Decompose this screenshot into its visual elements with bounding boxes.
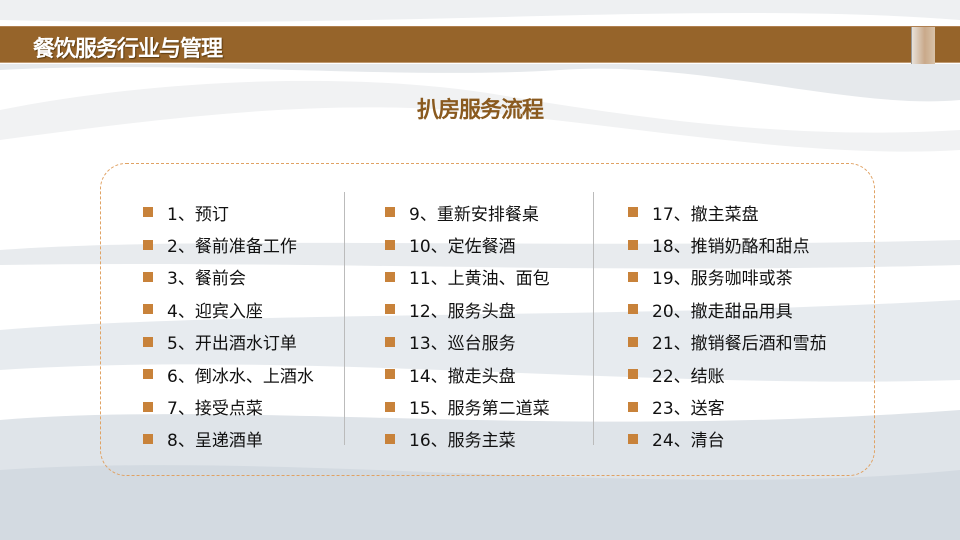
step-item: 24、清台 xyxy=(628,423,827,455)
step-label: 6、倒冰水、上酒水 xyxy=(167,366,314,387)
step-item: 3、餐前会 xyxy=(143,261,314,293)
step-label: 16、服务主菜 xyxy=(409,431,516,452)
step-label: 21、撤销餐后酒和雪茄 xyxy=(652,334,827,355)
square-bullet-icon xyxy=(385,304,395,315)
square-bullet-icon xyxy=(143,207,153,218)
header-title: 餐饮服务行业与管理 xyxy=(33,37,223,62)
step-item: 8、呈递酒单 xyxy=(143,423,314,455)
step-item: 1、预订 xyxy=(143,196,314,228)
step-label: 15、服务第二道菜 xyxy=(409,399,550,420)
step-item: 10、定佐餐酒 xyxy=(385,228,550,260)
steps-column-2: 9、重新安排餐桌 10、定佐餐酒 11、上黄油、面包 12、服务头盘 13、巡台服务 14… xyxy=(385,196,550,455)
square-bullet-icon xyxy=(385,207,395,218)
step-label: 10、定佐餐酒 xyxy=(409,237,516,258)
square-bullet-icon xyxy=(385,271,395,282)
step-label: 12、服务头盘 xyxy=(409,301,516,322)
steps-column-1: 1、预订 2、餐前准备工作 3、餐前会 4、迎宾入座 5、开出酒水订单 6、倒冰水、上酒水… xyxy=(143,196,314,455)
square-bullet-icon xyxy=(628,271,638,282)
step-label: 23、送客 xyxy=(652,399,725,420)
step-label: 5、开出酒水订单 xyxy=(167,334,297,355)
step-item: 21、撤销餐后酒和雪茄 xyxy=(628,326,827,358)
step-label: 14、撤走头盘 xyxy=(409,366,516,387)
step-item: 9、重新安排餐桌 xyxy=(385,196,550,228)
waiter-figure-image xyxy=(911,27,935,64)
step-item: 19、服务咖啡或茶 xyxy=(628,261,827,293)
square-bullet-icon xyxy=(385,239,395,250)
step-item: 2、餐前准备工作 xyxy=(143,228,314,260)
step-label: 24、清台 xyxy=(652,431,725,452)
square-bullet-icon xyxy=(143,304,153,315)
square-bullet-icon xyxy=(628,433,638,444)
column-divider xyxy=(593,192,594,445)
step-label: 22、结账 xyxy=(652,366,725,387)
square-bullet-icon xyxy=(628,207,638,218)
step-item: 18、推销奶酪和甜点 xyxy=(628,228,827,260)
step-item: 14、撤走头盘 xyxy=(385,358,550,390)
step-label: 17、撤主菜盘 xyxy=(652,204,759,225)
square-bullet-icon xyxy=(385,401,395,412)
square-bullet-icon xyxy=(143,336,153,347)
step-item: 16、服务主菜 xyxy=(385,423,550,455)
page-title: 扒房服务流程 xyxy=(416,98,544,123)
step-item: 11、上黄油、面包 xyxy=(385,261,550,293)
step-item: 6、倒冰水、上酒水 xyxy=(143,358,314,390)
step-label: 18、推销奶酪和甜点 xyxy=(652,237,810,258)
step-item: 17、撤主菜盘 xyxy=(628,196,827,228)
step-item: 15、服务第二道菜 xyxy=(385,390,550,422)
square-bullet-icon xyxy=(628,304,638,315)
step-item: 4、迎宾入座 xyxy=(143,293,314,325)
square-bullet-icon xyxy=(143,369,153,380)
square-bullet-icon xyxy=(385,369,395,380)
step-item: 20、撤走甜品用具 xyxy=(628,293,827,325)
step-label: 11、上黄油、面包 xyxy=(409,269,550,290)
square-bullet-icon xyxy=(385,336,395,347)
step-item: 13、巡台服务 xyxy=(385,326,550,358)
step-label: 8、呈递酒单 xyxy=(167,431,263,452)
square-bullet-icon xyxy=(628,369,638,380)
steps-column-3: 17、撤主菜盘 18、推销奶酪和甜点 19、服务咖啡或茶 20、撤走甜品用具 21、撤销… xyxy=(628,196,827,455)
step-label: 7、接受点菜 xyxy=(167,399,263,420)
step-label: 1、预订 xyxy=(167,204,229,225)
step-label: 3、餐前会 xyxy=(167,269,246,290)
column-divider xyxy=(344,192,345,445)
step-label: 2、餐前准备工作 xyxy=(167,237,297,258)
square-bullet-icon xyxy=(628,336,638,347)
step-label: 4、迎宾入座 xyxy=(167,301,263,322)
step-label: 13、巡台服务 xyxy=(409,334,516,355)
step-item: 5、开出酒水订单 xyxy=(143,326,314,358)
square-bullet-icon xyxy=(385,433,395,444)
step-item: 23、送客 xyxy=(628,390,827,422)
square-bullet-icon xyxy=(143,401,153,412)
square-bullet-icon xyxy=(143,239,153,250)
header-bar: 餐饮服务行业与管理 xyxy=(0,26,960,63)
step-label: 19、服务咖啡或茶 xyxy=(652,269,793,290)
square-bullet-icon xyxy=(143,271,153,282)
step-item: 12、服务头盘 xyxy=(385,293,550,325)
step-label: 9、重新安排餐桌 xyxy=(409,204,539,225)
step-item: 22、结账 xyxy=(628,358,827,390)
square-bullet-icon xyxy=(628,401,638,412)
square-bullet-icon xyxy=(628,239,638,250)
step-label: 20、撤走甜品用具 xyxy=(652,301,793,322)
square-bullet-icon xyxy=(143,433,153,444)
step-item: 7、接受点菜 xyxy=(143,390,314,422)
